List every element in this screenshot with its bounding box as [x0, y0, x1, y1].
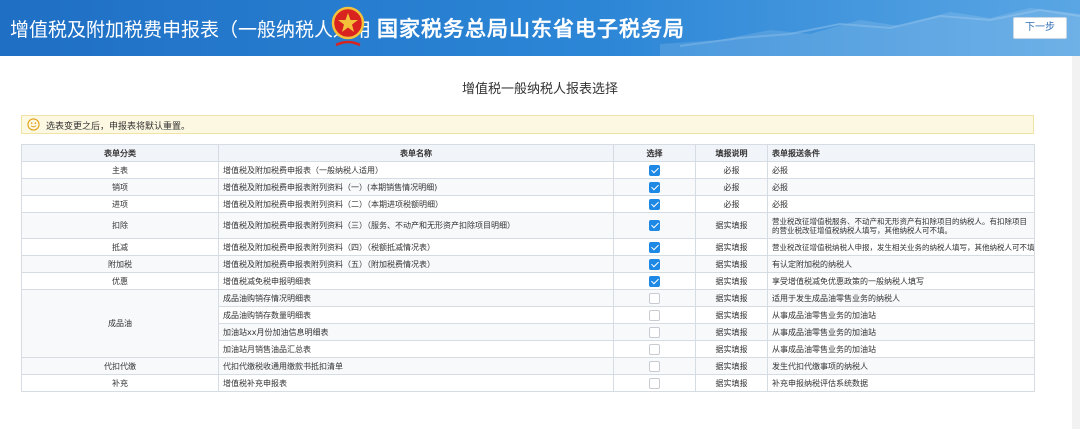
row-category: 销项 [21, 178, 219, 196]
row-form-name: 增值税补充申报表 [218, 374, 614, 392]
row-condition: 发生代扣代缴事项的纳税人 [767, 357, 1035, 375]
row-fill-note: 据实填报 [695, 374, 768, 392]
row-fill-note: 据实填报 [695, 306, 768, 324]
row-fill-note: 据实填报 [695, 238, 768, 256]
row-form-name: 增值税及附加税费申报表附列资料（三）（服务、不动产和无形资产扣除项目明细） [218, 212, 614, 239]
row-checkbox[interactable] [649, 377, 660, 389]
table-row: 进项 增值税及附加税费申报表附列资料（二）（本期进项税额明细） 必报 必报 [21, 195, 1035, 213]
row-form-name: 加油站月销售油品汇总表 [218, 340, 614, 358]
row-condition: 补充申报纳税评估系统数据 [767, 374, 1035, 392]
row-form-name: 增值税及附加税费申报表（一般纳税人适用） [218, 161, 614, 179]
row-form-name: 成品油购销存数量明细表 [218, 306, 614, 324]
header-condition: 表单报送条件 [767, 144, 1035, 162]
form-selection-table: 表单分类 表单名称 选择 填报说明 表单报送条件 主表 增值税及附加税费申报表（… [21, 144, 1035, 392]
row-checkbox[interactable] [649, 292, 660, 304]
row-category: 扣除 [21, 212, 219, 239]
row-category: 成品油 [21, 289, 219, 358]
row-condition: 享受增值税减免优惠政策的一般纳税人填写 [767, 272, 1035, 290]
row-category: 代扣代缴 [21, 357, 219, 375]
form-title: 增值税及附加税费申报表（一般纳税人适用 [10, 19, 372, 41]
row-fill-note: 据实填报 [695, 357, 768, 375]
row-form-name: 成品油购销存情况明细表 [218, 289, 614, 307]
row-category: 抵减 [21, 238, 219, 256]
row-checkbox[interactable] [649, 181, 660, 193]
row-fill-note: 据实填报 [695, 255, 768, 273]
table-row: 附加税 增值税及附加税费申报表附列资料（五）（附加税费情况表） 据实填报 有认定… [21, 255, 1035, 273]
header-category: 表单分类 [21, 144, 219, 162]
row-category: 附加税 [21, 255, 219, 273]
table-row: 成品油 成品油购销存情况明细表 据实填报 适用于发生成品油零售业务的纳税人 [21, 289, 1035, 358]
row-form-name: 增值税及附加税费申报表附列资料（一）(本期销售情况明细) [218, 178, 614, 196]
notice-text: 选表变更之后，申报表将默认重置。 [46, 122, 191, 132]
table-header-row: 表单分类 表单名称 选择 填报说明 表单报送条件 [21, 144, 1035, 162]
row-form-name: 增值税及附加税费申报表附列资料（五）（附加税费情况表） [218, 255, 614, 273]
row-checkbox[interactable] [649, 275, 660, 287]
row-fill-note: 据实填报 [695, 323, 768, 341]
row-condition: 从事成品油零售业务的加油站 [767, 323, 1035, 341]
page-title: 增值税一般纳税人报表选择 [461, 82, 618, 97]
row-condition: 必报 [767, 161, 1035, 179]
header-bar: 增值税及附加税费申报表（一般纳税人适用 国家税务总局山东省电子税务局 下一步 [0, 0, 1080, 56]
row-form-name: 代扣代缴税收通用缴款书抵扣清单 [218, 357, 614, 375]
row-checkbox[interactable] [649, 326, 660, 338]
row-checkbox[interactable] [649, 258, 660, 270]
notice-bar: 选表变更之后，申报表将默认重置。 [21, 115, 1034, 134]
row-checkbox[interactable] [649, 343, 660, 355]
row-condition: 必报 [767, 178, 1035, 196]
row-checkbox[interactable] [649, 241, 660, 253]
table-row: 扣除 增值税及附加税费申报表附列资料（三）（服务、不动产和无形资产扣除项目明细）… [21, 212, 1035, 239]
row-fill-note: 据实填报 [695, 272, 768, 290]
header-form-name: 表单名称 [218, 144, 614, 162]
table-row: 优惠 增值税减免税申报明细表 据实填报 享受增值税减免优惠政策的一般纳税人填写 [21, 272, 1035, 290]
row-condition: 营业税改征增值税纳税人申报，发生相关业务的纳税人填写，其他纳税人可不填 [767, 238, 1035, 256]
row-condition: 营业税改征增值税服务、不动产和无形资产有扣除项目的纳税人。有扣除项目的营业税改征… [767, 212, 1035, 239]
row-form-name: 增值税及附加税费申报表附列资料（二）（本期进项税额明细） [218, 195, 614, 213]
table-row: 补充 增值税补充申报表 据实填报 补充申报纳税评估系统数据 [21, 374, 1035, 392]
row-fill-note: 据实填报 [695, 212, 768, 239]
row-checkbox[interactable] [649, 198, 660, 210]
row-category: 补充 [21, 374, 219, 392]
org-name: 国家税务总局山东省电子税务局 [377, 17, 685, 41]
row-checkbox[interactable] [649, 360, 660, 372]
row-checkbox[interactable] [649, 309, 660, 321]
table-row: 销项 增值税及附加税费申报表附列资料（一）(本期销售情况明细) 必报 必报 [21, 178, 1035, 196]
row-fill-note: 必报 [695, 161, 768, 179]
row-condition: 必报 [767, 195, 1035, 213]
row-checkbox[interactable] [649, 220, 660, 231]
smile-icon [27, 118, 40, 131]
row-category: 进项 [21, 195, 219, 213]
vertical-scrollbar[interactable] [1072, 56, 1080, 429]
header-select: 选择 [613, 144, 696, 162]
table-row: 抵减 增值税及附加税费申报表附列资料（四）（税额抵减情况表） 据实填报 营业税改… [21, 238, 1035, 256]
row-condition: 有认定附加税的纳税人 [767, 255, 1035, 273]
row-fill-note: 必报 [695, 195, 768, 213]
table-row: 代扣代缴 代扣代缴税收通用缴款书抵扣清单 据实填报 发生代扣代缴事项的纳税人 [21, 357, 1035, 375]
next-step-button[interactable]: 下一步 [1013, 17, 1067, 39]
row-fill-note: 必报 [695, 178, 768, 196]
row-checkbox[interactable] [649, 164, 660, 176]
row-form-name: 增值税减免税申报明细表 [218, 272, 614, 290]
row-form-name: 增值税及附加税费申报表附列资料（四）（税额抵减情况表） [218, 238, 614, 256]
table-row: 主表 增值税及附加税费申报表（一般纳税人适用） 必报 必报 [21, 161, 1035, 179]
row-condition: 适用于发生成品油零售业务的纳税人 [767, 289, 1035, 307]
row-form-name: 加油站xx月份加油信息明细表 [218, 323, 614, 341]
row-fill-note: 据实填报 [695, 289, 768, 307]
row-category: 主表 [21, 161, 219, 179]
row-condition: 从事成品油零售业务的加油站 [767, 306, 1035, 324]
row-category: 优惠 [21, 272, 219, 290]
row-condition: 从事成品油零售业务的加油站 [767, 340, 1035, 358]
header-fill-note: 填报说明 [695, 144, 768, 162]
tax-emblem-icon [331, 6, 365, 47]
row-fill-note: 据实填报 [695, 340, 768, 358]
